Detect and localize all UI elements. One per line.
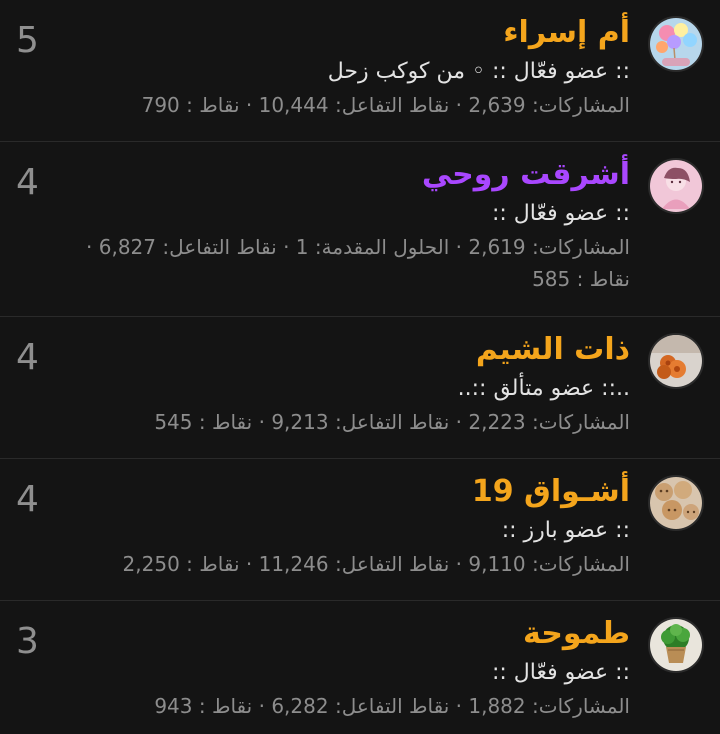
rank-score: 4 xyxy=(16,337,39,378)
member-name[interactable]: طموحة xyxy=(40,613,630,655)
member-info: طموحة :: عضو فعّال :: المشاركات: 1,882 ·… xyxy=(40,613,630,721)
member-title: ..:: عضو متألق ::.. xyxy=(457,376,630,401)
member-stats: المشاركات: 2,619 · الحلول المقدمة: 1 · ن… xyxy=(86,235,630,259)
balloons-avatar[interactable] xyxy=(648,16,704,72)
plant-pot-avatar[interactable] xyxy=(648,617,704,673)
list-item[interactable]: 5 أم إسراء :: عضو فعّال :: ◦ من كوكب زحل… xyxy=(0,0,720,142)
member-info: أشرقت روحي :: عضو فعّال :: المشاركات: 2,… xyxy=(40,154,630,294)
member-ranking-list: 5 أم إسراء :: عضو فعّال :: ◦ من كوكب زحل… xyxy=(0,0,720,734)
member-title: :: عضو فعّال :: xyxy=(491,660,630,685)
member-stats: المشاركات: 1,882 · نقاط التفاعل: 6,282 ·… xyxy=(154,694,630,718)
member-name[interactable]: أم إسراء xyxy=(40,12,630,54)
member-stats-continued: نقاط : 585 xyxy=(532,267,630,291)
wooden-faces-avatar[interactable] xyxy=(648,475,704,531)
member-name[interactable]: أشـواق 19 xyxy=(40,471,630,513)
member-info: ذات الشيم ..:: عضو متألق ::.. المشاركات:… xyxy=(40,329,630,437)
member-name[interactable]: ذات الشيم xyxy=(40,329,630,371)
member-stats: المشاركات: 9,110 · نقاط التفاعل: 11,246 … xyxy=(122,552,630,576)
flowers-avatar[interactable] xyxy=(648,333,704,389)
list-item[interactable]: 4 ذات الشيم ..:: عضو متألق ::.. المشاركا… xyxy=(0,317,720,459)
member-title: :: عضو فعّال :: ◦ من كوكب زحل xyxy=(327,59,630,84)
pink-girl-avatar[interactable] xyxy=(648,158,704,214)
member-title: :: عضو فعّال :: xyxy=(491,201,630,226)
list-item[interactable]: 3 طموحة :: عضو فعّال :: المشاركات: 1,882… xyxy=(0,601,720,731)
member-title: :: عضو بارز :: xyxy=(501,518,630,543)
member-info: أم إسراء :: عضو فعّال :: ◦ من كوكب زحل ا… xyxy=(40,12,630,120)
rank-score: 4 xyxy=(16,479,39,520)
list-item[interactable]: 4 أشـواق 19 :: عضو بارز :: المشاركات: 9,… xyxy=(0,459,720,601)
rank-score: 3 xyxy=(16,621,39,662)
member-info: أشـواق 19 :: عضو بارز :: المشاركات: 9,11… xyxy=(40,471,630,579)
member-name[interactable]: أشرقت روحي xyxy=(40,154,630,196)
member-stats: المشاركات: 2,639 · نقاط التفاعل: 10,444 … xyxy=(141,93,630,117)
list-item[interactable]: 4 أشرقت روحي :: عضو فعّال :: المشاركات: … xyxy=(0,142,720,317)
rank-score: 4 xyxy=(16,162,39,203)
rank-score: 5 xyxy=(16,20,39,61)
member-stats: المشاركات: 2,223 · نقاط التفاعل: 9,213 ·… xyxy=(154,410,630,434)
